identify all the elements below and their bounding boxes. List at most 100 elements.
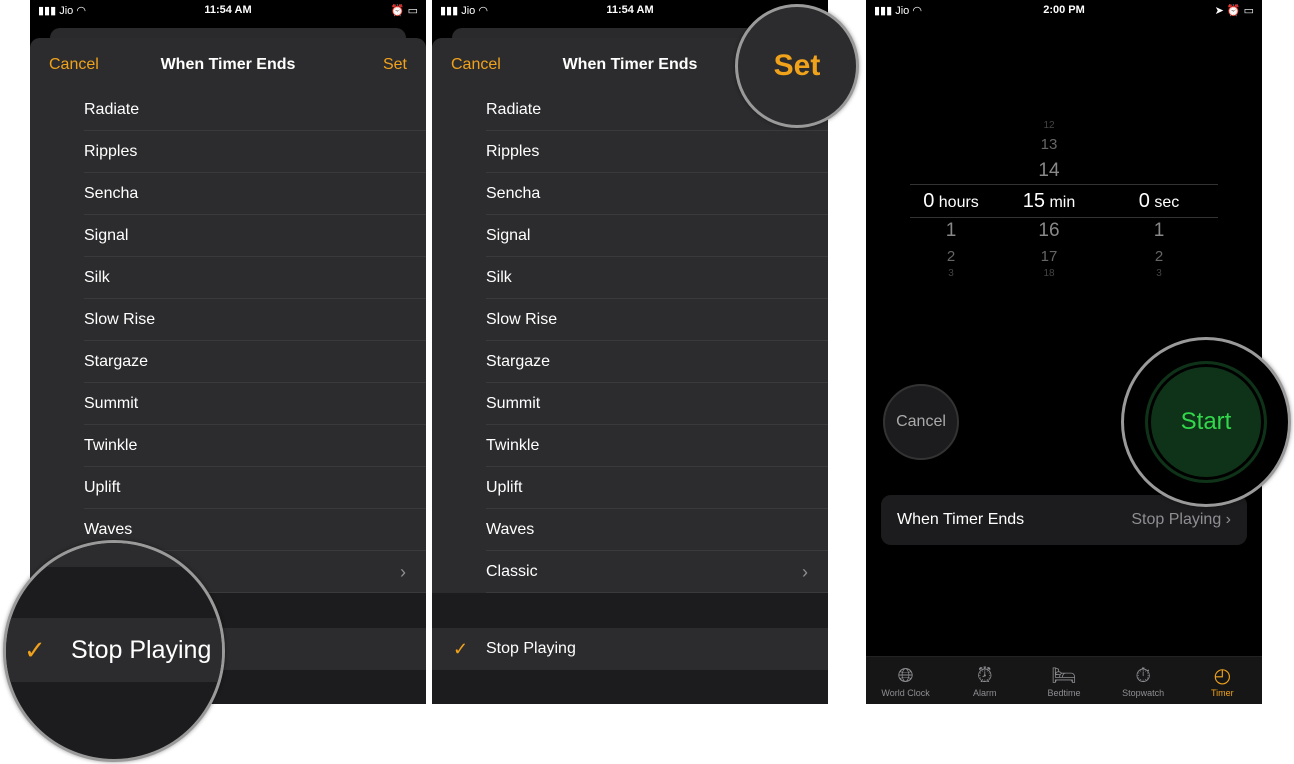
picker-value: 2 <box>1154 248 1164 265</box>
checkmark-icon: ✓ <box>453 638 469 659</box>
sound-label: Stargaze <box>486 353 551 370</box>
sound-label: Ripples <box>486 143 540 160</box>
sound-label: Signal <box>84 227 129 244</box>
sound-label: Twinkle <box>84 437 138 454</box>
clock: 11:54 AM <box>204 4 252 16</box>
sound-item[interactable]: Uplift <box>432 467 828 509</box>
selected-value: 0 <box>923 190 935 212</box>
sound-item[interactable]: Twinkle <box>432 425 828 467</box>
sound-item[interactable]: Sencha <box>30 173 426 215</box>
sound-item[interactable]: Stargaze <box>432 341 828 383</box>
picker-value: 1 <box>1153 220 1165 241</box>
start-button[interactable]: Start <box>1145 361 1267 483</box>
sound-item[interactable]: Slow Rise <box>30 299 426 341</box>
picker-value: 1 <box>945 220 957 241</box>
tab-label: World Clock <box>881 687 930 698</box>
sound-item[interactable]: Radiate <box>30 89 426 131</box>
sound-item[interactable]: Summit <box>30 383 426 425</box>
sound-item[interactable]: Waves <box>432 509 828 551</box>
picker-value: 18 <box>1043 268 1055 279</box>
picker-value: 14 <box>1038 160 1060 181</box>
picker-value: 3 <box>1156 268 1162 279</box>
sound-label: Radiate <box>84 101 140 118</box>
sound-item[interactable]: Sencha <box>432 173 828 215</box>
picker-value: 3 <box>948 268 954 279</box>
sound-label: Summit <box>84 395 139 412</box>
chevron-right-icon: › <box>400 561 406 582</box>
sound-list: Radiate Ripples Sencha Signal Silk Slow Rise S… <box>432 89 828 593</box>
selected-value: 15 <box>1022 190 1045 212</box>
sheet-title: When Timer Ends <box>160 56 296 73</box>
tab-timer[interactable]: ◴ Timer <box>1187 664 1257 698</box>
picker-selected-minutes: 15 min <box>989 190 1109 213</box>
sound-label: Radiate <box>486 101 542 118</box>
tab-label: Stopwatch <box>1122 687 1165 698</box>
sound-item[interactable]: Silk <box>432 257 828 299</box>
status-bar: ▮▮▮ Jio ◠ 11:54 AM ⏰ ▭ <box>30 0 426 20</box>
stopwatch-icon: ⏱︎ <box>1135 664 1151 687</box>
set-button[interactable]: Set <box>383 56 407 74</box>
chevron-right-icon: › <box>1225 511 1231 528</box>
sound-item[interactable]: Uplift <box>30 467 426 509</box>
tab-bar: 🌐︎ World Clock ⏰︎ Alarm 🛏︎ Bedtime ⏱︎ Stopwatch… <box>866 656 1262 704</box>
checkmark-icon: ✓ <box>24 634 46 665</box>
sound-item[interactable]: Ripples <box>30 131 426 173</box>
picker-value: 2 <box>946 248 956 265</box>
bed-icon: 🛏︎ <box>1051 664 1077 687</box>
when-timer-ends-label: When Timer Ends <box>897 511 1025 528</box>
cancel-timer-button[interactable]: Cancel <box>883 384 959 460</box>
picker-value: 13 <box>1040 136 1058 153</box>
sound-item[interactable]: Stargaze <box>30 341 426 383</box>
unit-label: min <box>1049 194 1076 211</box>
sound-label: Uplift <box>84 479 121 496</box>
tab-label: Alarm <box>973 687 997 698</box>
tab-stopwatch[interactable]: ⏱︎ Stopwatch <box>1108 664 1178 698</box>
magnifier-start: Start <box>1121 337 1291 507</box>
tab-bedtime[interactable]: 🛏︎ Bedtime <box>1029 664 1099 698</box>
picker-selected-seconds: 0 sec <box>1099 190 1219 213</box>
stop-playing-row[interactable]: ✓ Stop Playing <box>432 628 828 670</box>
status-bar: ▮▮▮ Jio ◠ 2:00 PM ➤ ⏰ ▭ <box>866 0 1262 20</box>
sound-item[interactable]: Silk <box>30 257 426 299</box>
sound-label: Stargaze <box>84 353 149 370</box>
sound-label: Waves <box>486 521 535 538</box>
when-timer-ends-value: Stop Playing <box>1131 511 1222 528</box>
unit-label: hours <box>938 194 979 211</box>
alarm-clock-icon: ⏰︎ <box>976 664 993 687</box>
tab-label: Timer <box>1211 687 1234 698</box>
unit-label: sec <box>1154 194 1180 211</box>
timer-icon: ◴ <box>1213 664 1232 687</box>
picker-value: 17 <box>1040 248 1058 265</box>
picker-value: 12 <box>1043 120 1055 131</box>
sound-item[interactable]: Signal <box>432 215 828 257</box>
chevron-right-icon: › <box>802 561 808 582</box>
set-button-magnified[interactable]: Set <box>774 49 821 83</box>
nav-bar: Cancel When Timer Ends Set <box>30 38 426 92</box>
sound-label: Classic <box>486 563 538 580</box>
sound-label: Waves <box>84 521 133 538</box>
magnifier-set: Set <box>735 4 859 128</box>
globe-icon: 🌐︎ <box>897 664 914 687</box>
magnifier-stop-playing: ✓ Stop Playing <box>3 540 225 762</box>
sound-item[interactable]: Slow Rise <box>432 299 828 341</box>
picker-value: 16 <box>1038 220 1060 241</box>
sound-item[interactable]: Summit <box>432 383 828 425</box>
sound-label: Sencha <box>486 185 541 202</box>
sound-label: Slow Rise <box>486 311 558 328</box>
sound-item[interactable]: Signal <box>30 215 426 257</box>
sound-item[interactable]: Ripples <box>432 131 828 173</box>
sound-label: Silk <box>84 269 110 286</box>
sound-label: Uplift <box>486 479 523 496</box>
tab-alarm[interactable]: ⏰︎ Alarm <box>950 664 1020 698</box>
sound-item[interactable]: Classic › <box>432 551 828 593</box>
clock: 2:00 PM <box>1043 4 1085 16</box>
sound-label: Summit <box>486 395 541 412</box>
tab-world-clock[interactable]: 🌐︎ World Clock <box>871 664 941 698</box>
stop-playing-label-magnified: Stop Playing <box>71 635 212 664</box>
sound-label: Twinkle <box>486 437 540 454</box>
tab-label: Bedtime <box>1047 687 1081 698</box>
sound-item[interactable]: Twinkle <box>30 425 426 467</box>
sound-label: Sencha <box>84 185 139 202</box>
sound-list: Radiate Ripples Sencha Signal Silk Slow Rise S… <box>30 89 426 593</box>
stop-playing-label: Stop Playing <box>486 640 576 657</box>
